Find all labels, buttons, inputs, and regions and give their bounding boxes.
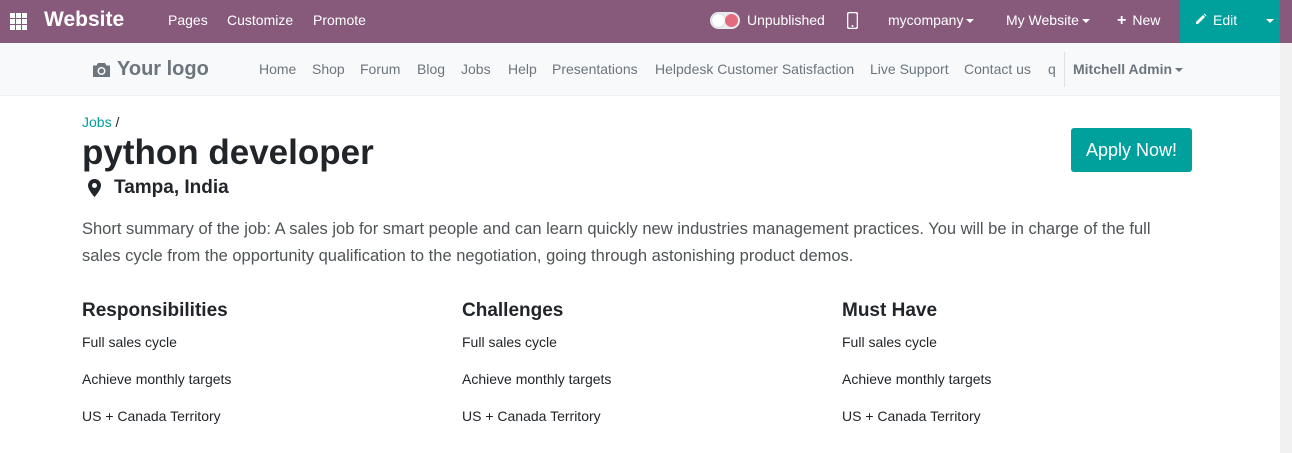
apply-now-button[interactable]: Apply Now! [1071,128,1192,172]
job-summary: Short summary of the job: A sales job fo… [82,220,1151,265]
company-dropdown-label: mycompany [888,12,964,28]
user-menu[interactable]: Mitchell Admin [1073,61,1184,77]
list-item: Full sales cycle [462,334,557,350]
section-title: Responsibilities [82,300,228,321]
menu-customize[interactable]: Customize [227,12,293,28]
job-location-text: Tampa, India [114,177,229,198]
website-navbar: Your logo Home Shop Forum Blog Jobs Help… [0,43,1280,96]
user-name: Mitchell Admin [1073,61,1173,77]
chevron-down-icon [1175,68,1184,73]
section-title: Challenges [462,300,564,321]
menu-pages[interactable]: Pages [168,12,208,28]
publish-status-label[interactable]: Unpublished [747,12,825,28]
nav-q[interactable]: q [1048,61,1056,77]
company-dropdown[interactable]: mycompany [888,12,975,28]
nav-blog[interactable]: Blog [417,61,445,77]
camera-icon [93,62,110,77]
site-logo-text: Your logo [117,58,209,80]
map-marker-icon [88,179,101,197]
new-button[interactable]: + New [1117,12,1160,30]
list-item: US + Canada Territory [82,408,221,424]
section-must-have: Must Have Full sales cycle Achieve month… [842,300,1202,445]
nav-presentations[interactable]: Presentations [552,61,638,77]
list-item: US + Canada Territory [462,408,601,424]
nav-contact-us[interactable]: Contact us [964,61,1031,77]
nav-divider [1064,52,1065,87]
chevron-down-icon [966,19,975,24]
new-button-label: New [1132,12,1161,28]
admin-topbar: Website Pages Customize Promote Unpublis… [0,0,1292,43]
list-item: Full sales cycle [842,334,937,350]
section-title: Must Have [842,300,938,321]
scrollbar[interactable] [1280,43,1292,453]
breadcrumb: Jobs / [82,114,119,130]
plus-icon: + [1117,12,1127,29]
list-item: Achieve monthly targets [82,371,232,387]
list-item: Achieve monthly targets [462,371,612,387]
website-dropdown-label: My Website [1006,12,1079,28]
nav-live-support[interactable]: Live Support [870,61,949,77]
edit-button-label: Edit [1213,12,1238,28]
pencil-icon [1196,13,1207,24]
website-dropdown[interactable]: My Website [1006,12,1090,28]
nav-help[interactable]: Help [508,61,537,77]
nav-shop[interactable]: Shop [312,61,345,77]
job-location: Tampa, India [88,177,229,199]
nav-helpdesk-satisfaction[interactable]: Helpdesk Customer Satisfaction [655,61,854,77]
breadcrumb-jobs-link[interactable]: Jobs [82,114,112,130]
section-responsibilities: Responsibilities Full sales cycle Achiev… [82,300,442,445]
list-item: US + Canada Territory [842,408,981,424]
apps-grid-icon[interactable] [10,13,27,30]
list-item: Full sales cycle [82,334,177,350]
edit-button[interactable]: Edit [1180,0,1280,43]
app-brand[interactable]: Website [44,8,124,32]
edit-dropdown-chevron-icon[interactable] [1266,19,1274,23]
nav-home[interactable]: Home [259,61,296,77]
menu-promote[interactable]: Promote [313,12,366,28]
nav-forum[interactable]: Forum [360,61,400,77]
chevron-down-icon [1081,19,1090,24]
breadcrumb-separator: / [115,114,120,130]
mobile-preview-icon[interactable] [847,12,858,29]
nav-jobs[interactable]: Jobs [461,61,491,77]
list-item: Achieve monthly targets [842,371,992,387]
publish-toggle[interactable] [710,12,740,29]
section-challenges: Challenges Full sales cycle Achieve mont… [462,300,822,445]
job-title: python developer [82,133,374,172]
site-logo[interactable]: Your logo [92,58,209,81]
